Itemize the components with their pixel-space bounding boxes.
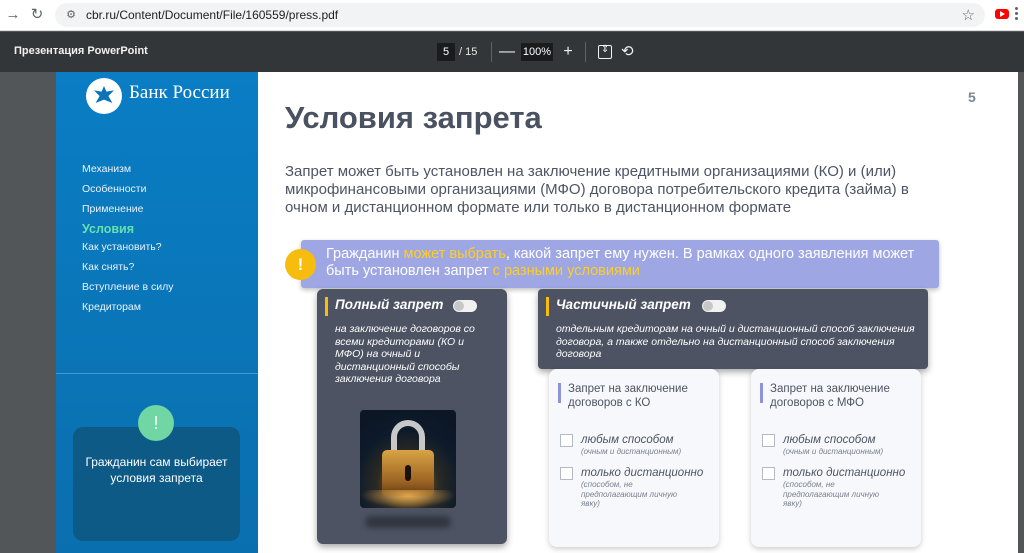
fit-page-icon[interactable] — [598, 44, 612, 59]
partial-ban-title: Частичный запрет — [556, 297, 691, 312]
slide-number: 5 — [968, 89, 976, 105]
exclamation-icon: ! — [138, 405, 174, 441]
sidebar-item-mechanism[interactable]: Механизм — [82, 161, 174, 181]
zoom-out-button[interactable]: — — [497, 42, 517, 62]
page-number-input[interactable]: 5 — [437, 43, 455, 61]
back-icon[interactable]: → — [3, 5, 23, 25]
partial-ban-toggle[interactable] — [702, 300, 726, 312]
site-settings-icon[interactable]: ⚙ — [64, 8, 78, 22]
sidebar-card-text: Гражданин сам выбирает условия запрета — [85, 455, 228, 485]
bookmark-star-icon[interactable]: ☆ — [962, 6, 975, 24]
sidebar-info-card: Гражданин сам выбирает условия запрета — [73, 427, 240, 541]
reload-icon[interactable]: ↻ — [27, 5, 47, 25]
mfo-remote-only-label: только дистанционно — [783, 467, 906, 479]
rotate-icon[interactable]: ⟲ — [621, 42, 634, 60]
full-ban-desc: на заключение договоров со всеми кредито… — [335, 323, 475, 385]
sidebar-item-how-to-remove[interactable]: Как снять? — [82, 259, 174, 279]
partial-ban-card: Частичный запрет отдельным кредиторам на… — [538, 289, 928, 369]
ko-ban-title: Запрет на заключение договоров с КО — [568, 383, 688, 409]
toolbar-divider — [585, 42, 586, 62]
mfo-any-method-label: любым способом — [783, 434, 876, 446]
mfo-ban-card: Запрет на заключение договоров с МФО люб… — [751, 369, 921, 547]
sidebar-item-how-to-set[interactable]: Как установить? — [82, 239, 174, 259]
zoom-input[interactable]: 100% — [521, 43, 553, 61]
ko-any-method-checkbox[interactable] — [560, 434, 573, 447]
slide-title: Условия запрета — [285, 100, 542, 135]
url-text[interactable]: cbr.ru/Content/Document/File/160559/pres… — [86, 8, 338, 22]
mfo-any-method-note: (очным и дистанционным) — [783, 447, 884, 456]
mfo-remote-only-note: (способом, не предполагающим личную явку… — [783, 480, 880, 508]
full-ban-card: Полный запрет на заключение договоров со… — [317, 289, 507, 544]
logo-text: Банк России — [129, 82, 230, 103]
sidebar-menu: Механизм Особенности Применение Условия … — [82, 161, 174, 319]
sidebar-item-features[interactable]: Особенности — [82, 181, 174, 201]
zoom-in-button[interactable]: + — [558, 42, 578, 62]
sidebar-divider — [56, 373, 258, 374]
sidebar-item-application[interactable]: Применение — [82, 201, 174, 221]
sidebar-item-creditors[interactable]: Кредиторам — [82, 299, 174, 319]
padlock-shadow — [365, 516, 451, 528]
youtube-extension-icon[interactable] — [995, 9, 1009, 19]
mfo-remote-only-checkbox[interactable] — [762, 467, 775, 480]
accent-bar — [760, 383, 763, 403]
ko-any-method-note: (очным и дистанционным) — [581, 447, 682, 456]
sidebar-item-conditions[interactable]: Условия — [82, 221, 174, 239]
mfo-ban-title: Запрет на заключение договоров с МФО — [770, 383, 890, 409]
banner-text: Гражданин может выбрать, какой запрет ем… — [326, 246, 915, 279]
full-ban-title: Полный запрет — [335, 297, 444, 312]
sidebar-item-effective-date[interactable]: Вступление в силу — [82, 279, 174, 299]
browser-menu-icon[interactable] — [1015, 7, 1018, 21]
full-ban-toggle[interactable] — [453, 300, 477, 312]
accent-bar — [546, 297, 549, 316]
mfo-any-method-checkbox[interactable] — [762, 434, 775, 447]
toolbar-divider — [491, 42, 492, 62]
ko-any-method-label: любым способом — [581, 434, 674, 446]
ko-ban-card: Запрет на заключение договоров с КО любы… — [549, 369, 719, 547]
partial-ban-desc: отдельным кредиторам на очный и дистанци… — [556, 323, 915, 360]
slide-sidebar: Банк России Механизм Особенности Примене… — [56, 72, 258, 553]
ko-remote-only-checkbox[interactable] — [560, 467, 573, 480]
accent-bar — [325, 297, 328, 316]
exclamation-icon: ! — [285, 249, 316, 280]
document-title: Презентация PowerPoint — [14, 45, 148, 57]
pdf-toolbar: Презентация PowerPoint 5 / 15 — 100% + ⟲ — [0, 32, 1024, 72]
bank-logo-icon — [86, 78, 122, 114]
ko-remote-only-note: (способом, не предполагающим личную явку… — [581, 480, 678, 508]
accent-bar — [558, 383, 561, 403]
slide-description: Запрет может быть установлен на заключен… — [285, 163, 909, 216]
choice-banner: Гражданин может выбрать, какой запрет ем… — [301, 240, 939, 288]
pdf-viewer[interactable]: Банк России Механизм Особенности Примене… — [0, 72, 1024, 553]
browser-toolbar: → ↻ ⚙ cbr.ru/Content/Document/File/16055… — [0, 0, 1024, 31]
address-bar[interactable]: ⚙ cbr.ru/Content/Document/File/160559/pr… — [55, 3, 985, 27]
slide-page: Банк России Механизм Особенности Примене… — [56, 72, 1018, 553]
ko-remote-only-label: только дистанционно — [581, 467, 704, 479]
page-total: / 15 — [459, 46, 478, 58]
padlock-image — [360, 410, 456, 508]
